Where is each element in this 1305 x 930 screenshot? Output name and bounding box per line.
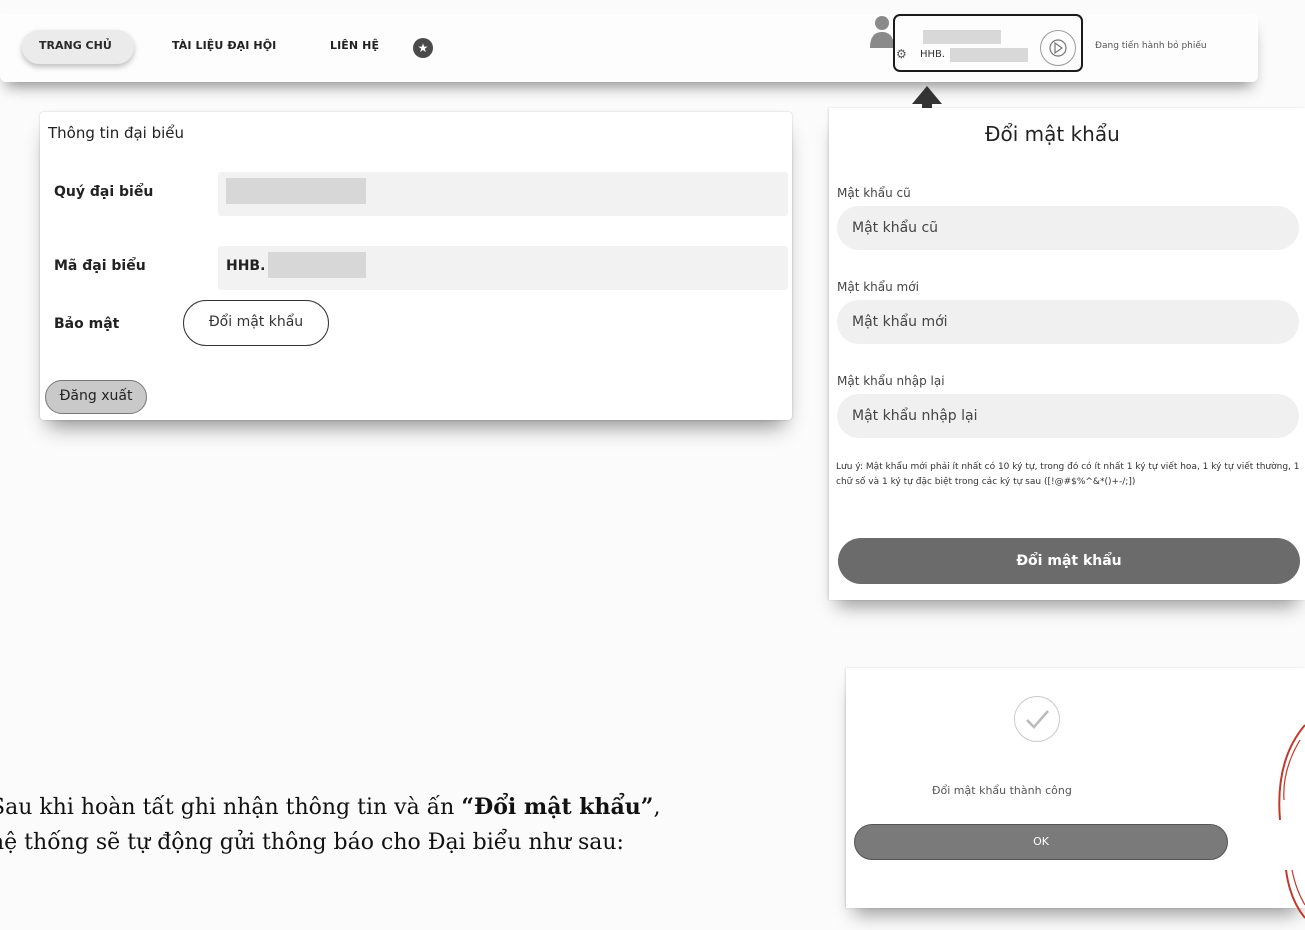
nav-contact-tab[interactable]: LIÊN HỆ xyxy=(330,39,379,52)
delegate-name-label: Quý đại biểu xyxy=(54,184,154,200)
instruction-line-1-suffix: , xyxy=(653,795,661,820)
user-code: HHB. xyxy=(920,49,946,60)
confirm-password-placeholder: Mật khẩu nhập lại xyxy=(852,408,978,424)
instruction-text: Sau khi hoàn tất ghi nhận thông tin và ấ… xyxy=(0,790,660,860)
confirm-password-label: Mật khẩu nhập lại xyxy=(837,374,945,388)
success-message: Đổi mật khẩu thành công xyxy=(932,784,1072,797)
instruction-line-1-prefix: Sau khi hoàn tất ghi nhận thông tin và ấ… xyxy=(0,795,462,820)
old-password-placeholder: Mật khẩu cũ xyxy=(852,220,939,236)
change-password-panel: Đổi mật khẩu Mật khẩu cũ Mật khẩu cũ Mật… xyxy=(829,108,1305,600)
change-password-title: Đổi mật khẩu xyxy=(985,122,1120,146)
delegate-code-label: Mã đại biểu xyxy=(54,258,146,274)
gear-icon[interactable]: ⚙ xyxy=(896,47,907,61)
delegate-code-redacted xyxy=(268,252,366,278)
change-password-button[interactable]: Đổi mật khẩu xyxy=(183,300,329,346)
instruction-line-1: Sau khi hoàn tất ghi nhận thông tin và ấ… xyxy=(0,790,660,825)
confirm-password-input[interactable]: Mật khẩu nhập lại xyxy=(837,394,1299,438)
voting-status: Đang tiến hành bỏ phiếu xyxy=(1095,41,1207,51)
nav-documents-tab[interactable]: TÀI LIỆU ĐẠI HỘI xyxy=(172,39,276,52)
instruction-line-2: hệ thống sẽ tự động gửi thông báo cho Đạ… xyxy=(0,830,624,855)
security-label: Bảo mật xyxy=(54,316,120,332)
old-password-input[interactable]: Mật khẩu cũ xyxy=(837,206,1299,250)
check-icon xyxy=(1014,696,1060,742)
delegate-info-title: Thông tin đại biểu xyxy=(48,124,185,142)
arrow-circle-icon xyxy=(1049,39,1067,57)
submit-change-password-button[interactable]: Đổi mật khẩu xyxy=(838,538,1300,584)
delegate-code-value: HHB. xyxy=(226,258,266,274)
old-password-label: Mật khẩu cũ xyxy=(837,186,911,200)
nav-home-label: TRANG CHỦ xyxy=(39,39,112,52)
red-stamp-fragment xyxy=(1278,724,1305,919)
nav-home-tab[interactable]: TRANG CHỦ xyxy=(22,30,134,64)
ok-button[interactable]: OK xyxy=(854,824,1228,860)
user-avatar-icon xyxy=(870,16,894,48)
star-icon[interactable]: ★ xyxy=(413,38,433,58)
password-rule-note: Lưu ý: Mật khẩu mới phải ít nhất có 10 k… xyxy=(836,462,1300,487)
new-password-label: Mật khẩu mới xyxy=(837,280,919,294)
delegate-name-redacted xyxy=(226,178,366,204)
new-password-placeholder: Mật khẩu mới xyxy=(852,314,948,330)
delegate-info-card: Thông tin đại biểu Quý đại biểu Mã đại b… xyxy=(40,112,792,420)
instruction-emphasis: “Đổi mật khẩu” xyxy=(461,794,654,820)
arrow-circle-button[interactable] xyxy=(1040,30,1076,66)
success-dialog: Đổi mật khẩu thành công OK xyxy=(846,668,1305,908)
new-password-input[interactable]: Mật khẩu mới xyxy=(837,300,1299,344)
user-name-redacted xyxy=(923,30,1001,44)
user-code-redacted xyxy=(950,48,1028,62)
logout-button[interactable]: Đăng xuất xyxy=(45,380,147,414)
